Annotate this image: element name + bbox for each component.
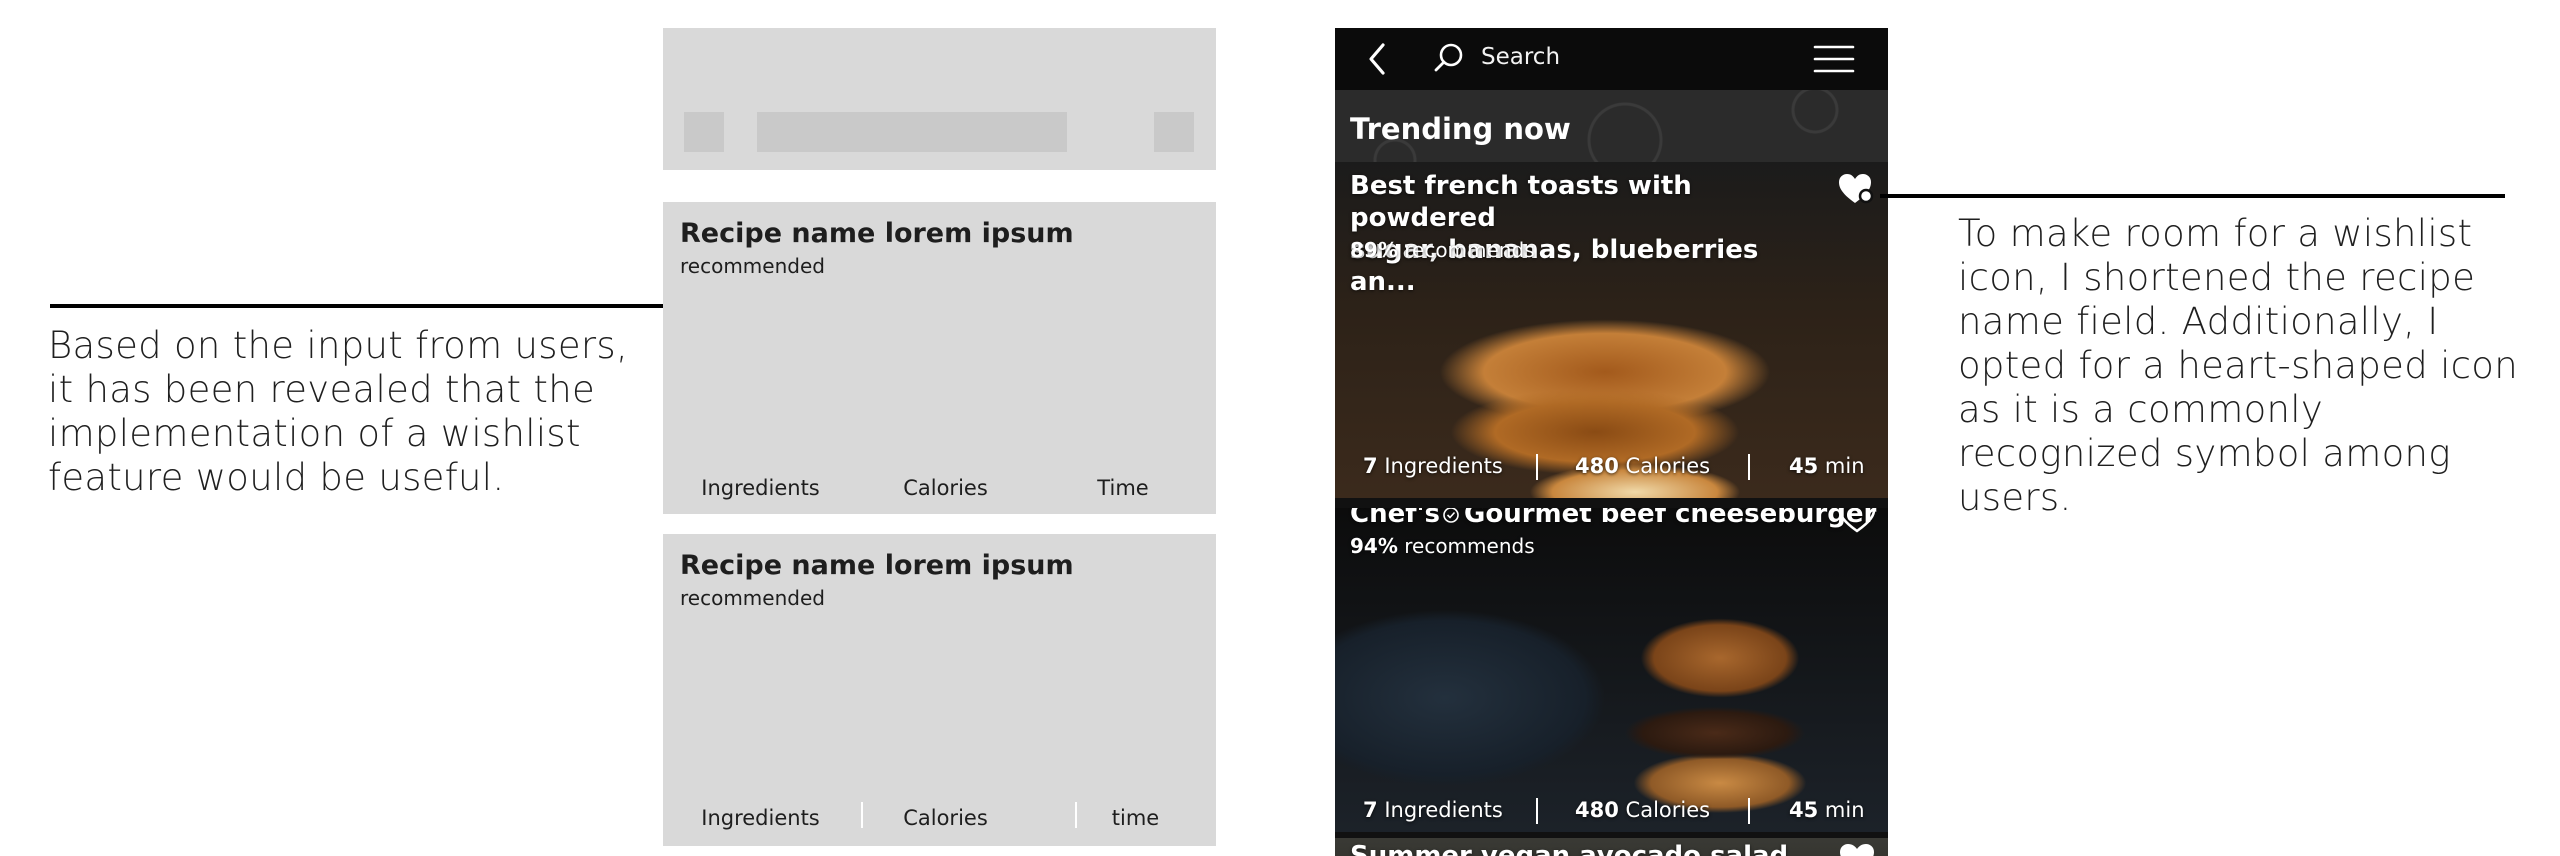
- top-bar: Search: [1335, 28, 1888, 90]
- stat-calories: 480 Calories: [1575, 454, 1710, 478]
- wireframe-divider: [663, 170, 1216, 202]
- recipe-title-line: Best french toasts with powdered: [1350, 171, 1692, 233]
- stat-value: 7: [1363, 798, 1378, 822]
- recommend-rate: 94% recommends: [1350, 534, 1535, 558]
- wireframe-card-subtitle: recommended: [680, 586, 825, 610]
- stat-label: Ingredients: [1384, 798, 1503, 822]
- hamburger-menu-icon[interactable]: [1813, 44, 1855, 74]
- right-annotation: To make room for a wishlist icon, I shor…: [1958, 212, 2518, 519]
- stat-value: 45: [1789, 454, 1819, 478]
- recipe-card[interactable]: Best french toasts with powdered sugar, …: [1335, 162, 1888, 498]
- stat-time: 45 min: [1789, 454, 1865, 478]
- stat-label: Ingredients: [1384, 454, 1503, 478]
- right-callout-line: [1880, 194, 2505, 198]
- verified-badge-icon: [1442, 508, 1460, 532]
- section-header: Trending now: [1335, 90, 1888, 162]
- recommend-label: recommends: [1404, 238, 1535, 262]
- wireframe-card: Recipe name lorem ipsum recommended Ingr…: [663, 534, 1216, 856]
- stat-separator: [1536, 454, 1538, 480]
- recipe-title-prefix: Chef's: [1350, 508, 1440, 529]
- wireframe-card-subtitle: recommended: [680, 254, 825, 278]
- stat-separator: [1748, 798, 1750, 824]
- wireframe-back-placeholder: [684, 112, 724, 152]
- wireframe-stat-ingredients: Ingredients: [701, 476, 820, 500]
- wireframe-card: Recipe name lorem ipsum recommended Ingr…: [663, 202, 1216, 518]
- search-label[interactable]: Search: [1481, 44, 1560, 70]
- recipe-card[interactable]: Chef's Gourmet beef cheeseburger 94% reco…: [1335, 508, 1888, 832]
- wireframe-stat-time: time: [1111, 806, 1160, 830]
- wireframe-menu-placeholder: [1154, 112, 1194, 152]
- section-title: Trending now: [1350, 112, 1571, 146]
- stat-calories: 480 Calories: [1575, 798, 1710, 822]
- stat-separator: [1536, 798, 1538, 824]
- left-annotation: Based on the input from users, it has be…: [48, 324, 629, 499]
- stat-ingredients: 7 Ingredients: [1363, 454, 1503, 478]
- search-icon[interactable]: [1433, 42, 1465, 74]
- heart-filled-icon[interactable]: [1837, 842, 1877, 856]
- recipe-title-rest: Gourmet beef cheeseburger: [1463, 508, 1877, 529]
- recipe-title: Summer vegan avocado salad: [1350, 841, 1789, 856]
- stat-value: 480: [1575, 798, 1619, 822]
- app-mockup: Search Trending now Best french toasts w…: [1335, 28, 1888, 856]
- wireframe-stat-ingredients: Ingredients: [701, 806, 820, 830]
- heart-filled-icon[interactable]: [1837, 172, 1877, 208]
- wireframe-stat-calories: Calories: [903, 476, 988, 500]
- recipe-title: Best french toasts with powdered sugar, …: [1350, 170, 1830, 298]
- wireframe-divider: [663, 846, 1216, 856]
- recommend-label: recommends: [1404, 534, 1535, 558]
- stat-value: 7: [1363, 454, 1378, 478]
- stat-separator: [1748, 454, 1750, 480]
- wireframe-divider: [663, 514, 1216, 534]
- wireframe-stat-time: Time: [1097, 476, 1149, 500]
- stat-value: 45: [1789, 798, 1819, 822]
- stat-ingredients: 7 Ingredients: [1363, 798, 1503, 822]
- recommend-percent: 94%: [1350, 534, 1398, 558]
- recipe-title: Chef's Gourmet beef cheeseburger: [1350, 508, 1876, 532]
- recommend-percent: 89%: [1350, 238, 1398, 262]
- chevron-left-icon[interactable]: [1365, 42, 1389, 76]
- stat-label: Calories: [1625, 798, 1711, 822]
- wireframe-stat-calories: Calories: [903, 806, 988, 830]
- stat-label: Calories: [1625, 454, 1711, 478]
- wireframe-mockup: Recipe name lorem ipsum recommended Ingr…: [663, 28, 1216, 856]
- wireframe-search-placeholder: [757, 112, 1067, 152]
- wireframe-card-title: Recipe name lorem ipsum: [680, 218, 1074, 249]
- stat-time: 45 min: [1789, 798, 1865, 822]
- stat-label: min: [1824, 454, 1865, 478]
- recommend-rate: 89% recommends: [1350, 238, 1535, 262]
- wireframe-card-title: Recipe name lorem ipsum: [680, 550, 1074, 581]
- recipe-card[interactable]: Summer vegan avocado salad: [1335, 838, 1888, 856]
- stat-value: 480: [1575, 454, 1619, 478]
- stat-label: min: [1824, 798, 1865, 822]
- heart-outline-icon[interactable]: [1837, 508, 1877, 536]
